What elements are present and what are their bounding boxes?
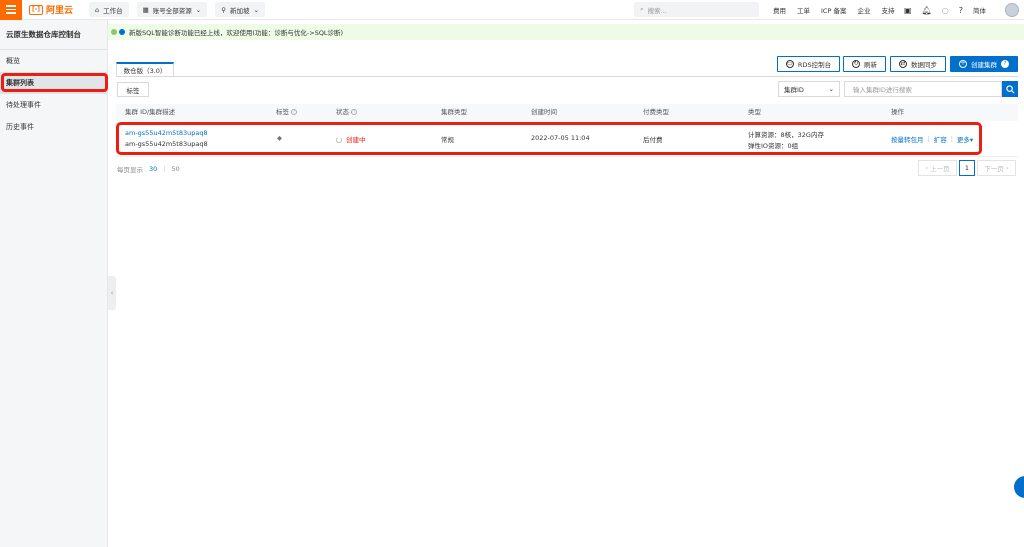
col-status: 状态?: [336, 104, 357, 121]
col-tags-label: 标签: [276, 108, 289, 116]
sidebar: 云原生数据仓库控制台 概览 集群列表 待处理事件 历史事件: [0, 20, 108, 547]
cluster-search-input[interactable]: 输入集群ID进行搜索: [844, 81, 1002, 97]
user-avatar[interactable]: [1005, 3, 1019, 17]
rds-console-button[interactable]: ▭ RDS控制台: [777, 56, 840, 72]
location-icon: ⚲: [221, 5, 227, 14]
filter-field-value: 集群ID: [784, 86, 804, 94]
prev-page-label: 上一页: [930, 165, 950, 173]
pagination: ‹ 上一页 1 下一页 ›: [918, 160, 1016, 176]
account-resources-label: 账号全部资源: [152, 6, 192, 15]
search-icon: ⌕: [640, 5, 644, 13]
help-icon[interactable]: ?: [291, 109, 297, 115]
sidebar-item-overview[interactable]: 概览: [0, 50, 107, 72]
sync-icon: ⇄: [899, 60, 907, 68]
plus-icon: +: [959, 60, 967, 68]
sidebar-item-pending-events[interactable]: 待处理事件: [0, 94, 107, 116]
sidebar-item-history-events[interactable]: 历史事件: [0, 116, 107, 138]
menu-icon[interactable]: [0, 0, 22, 20]
region-dropdown[interactable]: ⚲ 新加坡 ⌄: [215, 2, 265, 17]
rds-icon: ▭: [785, 60, 794, 68]
language-switch[interactable]: 简体: [973, 5, 986, 15]
global-search-input[interactable]: ⌕ 搜索...: [634, 2, 759, 17]
col-type: 类型: [748, 108, 761, 116]
highlight-frame-sidebar: [1, 73, 108, 92]
top-icons: ▣ 🔔︎ ○ ? 简体: [904, 0, 986, 20]
workbench-button[interactable]: ⌂ 工作台: [89, 2, 129, 17]
top-link-ticket[interactable]: 工单: [797, 5, 810, 15]
help-icon[interactable]: ?: [351, 109, 357, 115]
next-page-label: 下一页: [984, 165, 1004, 173]
page-size-divider: |: [163, 165, 166, 173]
notification-bell-icon[interactable]: 🔔︎: [922, 6, 932, 15]
top-link-enterprise[interactable]: 企业: [857, 5, 870, 15]
col-tags: 标签?: [276, 104, 297, 121]
help-icon: ?: [1001, 60, 1009, 68]
home-icon: ⌂: [95, 5, 100, 14]
top-link-icp[interactable]: ICP 备案: [821, 5, 846, 15]
chevron-down-icon: ⌄: [828, 85, 834, 93]
tag-filter-button[interactable]: 标签: [117, 82, 149, 97]
data-sync-label: 数据同步: [911, 61, 937, 69]
create-cluster-button[interactable]: + 创建集群 ?: [950, 56, 1018, 72]
page-size-30[interactable]: 30: [149, 165, 157, 173]
status-dot-icon: [111, 29, 117, 35]
search-icon: [1005, 84, 1015, 94]
aliyun-logo[interactable]: [-] 阿里云: [29, 3, 73, 16]
col-billing-type: 付费类型: [643, 108, 669, 116]
page-size-selector: 每页显示 30 | 50: [117, 164, 180, 174]
create-cluster-label: 创建集群: [971, 61, 997, 69]
data-sync-button[interactable]: ⇄ 数据同步: [890, 56, 946, 72]
global-search-placeholder: 搜索...: [647, 6, 667, 15]
sidebar-collapse-handle[interactable]: ‹: [108, 276, 116, 310]
help-icon[interactable]: ?: [959, 6, 963, 15]
notice-text: 新版SQL智能诊断功能已经上线，欢迎使用(功能：诊断与优化->SQL诊断): [129, 29, 344, 37]
col-created-time: 创建时间: [531, 108, 557, 116]
current-page-button[interactable]: 1: [959, 160, 975, 176]
chevron-right-icon: ›: [1003, 164, 1009, 172]
col-cluster-id: 集群 ID/集群描述: [125, 108, 176, 116]
filter-field-select[interactable]: 集群ID ⌄: [778, 81, 840, 97]
workbench-label: 工作台: [103, 6, 123, 15]
search-button[interactable]: [1002, 81, 1018, 97]
notice-bar: 新版SQL智能诊断功能已经上线，欢迎使用(功能：诊断与优化->SQL诊断): [108, 24, 1024, 40]
refresh-button[interactable]: ↻ 刷新: [843, 56, 886, 72]
chevron-left-icon: ‹: [110, 289, 114, 297]
tab-divider: [116, 76, 1018, 77]
logo-text: 阿里云: [45, 6, 73, 16]
refresh-label: 刷新: [864, 61, 877, 69]
next-page-button[interactable]: 下一页 ›: [977, 160, 1016, 176]
page-size-50[interactable]: 50: [171, 165, 179, 173]
table-header: 集群 ID/集群描述 标签? 状态? 集群类型 创建时间 付费类型 类型 操作: [116, 104, 1018, 121]
sidebar-title: 云原生数据仓库控制台: [0, 20, 107, 50]
lightbulb-icon[interactable]: ○: [942, 6, 949, 15]
highlight-frame-row: [116, 122, 982, 155]
top-links: 费用 工单 ICP 备案 企业 支持: [773, 0, 894, 20]
terminal-icon[interactable]: ▣: [904, 6, 912, 15]
account-resources-dropdown[interactable]: ▦ 账号全部资源 ⌄: [136, 2, 208, 17]
col-actions: 操作: [891, 108, 904, 116]
cluster-search-placeholder: 输入集群ID进行搜索: [853, 86, 912, 94]
floating-help-button[interactable]: [1014, 476, 1024, 498]
col-cluster-type: 集群类型: [441, 108, 467, 116]
chevron-down-icon: ⌄: [253, 5, 259, 14]
info-dot-icon: [119, 29, 125, 35]
region-label: 新加坡: [230, 6, 250, 15]
logo-mark: [-]: [29, 4, 43, 15]
top-link-support[interactable]: 支持: [881, 5, 894, 15]
tab-warehouse-edition[interactable]: 数仓版（3.0）: [116, 62, 174, 77]
page-size-label: 每页显示: [117, 166, 143, 174]
prev-page-button[interactable]: ‹ 上一页: [918, 160, 957, 176]
col-status-label: 状态: [336, 108, 349, 116]
chevron-down-icon: ⌄: [195, 5, 202, 14]
grid-icon: ▦: [142, 5, 149, 14]
rds-console-label: RDS控制台: [797, 61, 832, 69]
top-link-cost[interactable]: 费用: [773, 5, 786, 15]
refresh-icon: ↻: [852, 60, 860, 68]
row-divider: [116, 156, 1018, 157]
